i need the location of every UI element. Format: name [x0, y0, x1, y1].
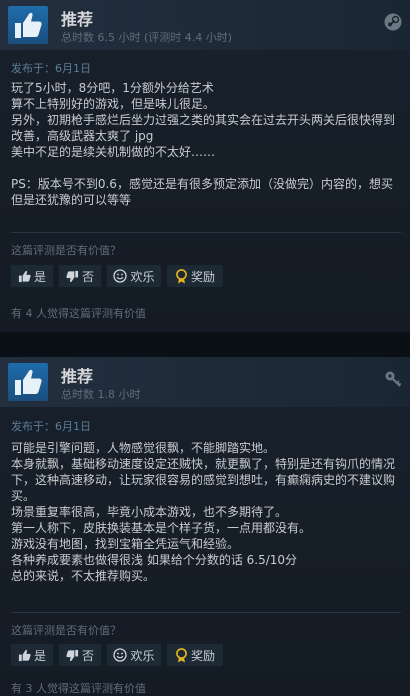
vote-funny-label: 欢乐 [130, 269, 155, 284]
vote-yes-label: 是 [33, 269, 46, 284]
award-icon [176, 268, 187, 283]
vote-funny-button[interactable]: 欢乐 [107, 644, 161, 666]
playtime-text: 总时数 6.5 小时 (评测时 4.4 小时) [61, 31, 233, 44]
posted-date: 发布于：6月1日 [11, 62, 91, 75]
helpful-question: 这篇评测是否有价值？ [11, 244, 121, 257]
recommendation-label: 推荐 [61, 10, 94, 29]
review-header: 推荐 总时数 6.5 小时 (评测时 4.4 小时) [0, 0, 410, 50]
key-icon [384, 370, 402, 392]
review-card: 推荐 总时数 1.8 小时 发布于：6月1日 可能是引擎问题，人物感觉很飘，不能… [0, 357, 410, 696]
vote-yes-button[interactable]: 是 [11, 644, 53, 666]
divider [11, 612, 401, 613]
smiley-icon [113, 648, 128, 662]
thumbs-down-icon [66, 649, 79, 661]
vote-yes-button[interactable]: 是 [11, 265, 53, 287]
vote-funny-label: 欢乐 [130, 648, 155, 663]
thumbs-up-icon [8, 6, 48, 44]
vote-no-label: 否 [81, 648, 94, 663]
review-header: 推荐 总时数 1.8 小时 [0, 357, 410, 407]
steam-icon [384, 13, 402, 35]
award-icon [176, 647, 187, 662]
posted-date: 发布于：6月1日 [11, 420, 91, 433]
vote-no-button[interactable]: 否 [59, 644, 101, 666]
thumbs-up-icon [18, 649, 31, 661]
award-label: 奖励 [190, 648, 215, 663]
vote-yes-label: 是 [33, 648, 46, 663]
review-body: 可能是引擎问题，人物感觉很飘，不能脚踏实地。 本身就飘，基础移动速度设定还贼快，… [11, 441, 396, 583]
vote-funny-button[interactable]: 欢乐 [107, 265, 161, 287]
award-button[interactable]: 奖励 [167, 644, 223, 666]
award-label: 奖励 [190, 269, 215, 284]
thumbs-up-icon [18, 270, 31, 282]
helpful-count: 有 3 人觉得这篇评测有价值 [11, 682, 146, 695]
smiley-icon [113, 269, 128, 283]
award-button[interactable]: 奖励 [167, 265, 223, 287]
helpful-count: 有 4 人觉得这篇评测有价值 [11, 307, 146, 320]
playtime-text: 总时数 1.8 小时 [61, 388, 141, 401]
vote-no-label: 否 [81, 269, 94, 284]
recommendation-label: 推荐 [61, 367, 94, 386]
review-body: 玩了5小时，8分吧，1分额外分给艺术 算不上特别好的游戏，但是味儿很足。 另外，… [11, 81, 396, 207]
divider [11, 232, 401, 233]
thumbs-down-icon [66, 270, 79, 282]
review-card: 推荐 总时数 6.5 小时 (评测时 4.4 小时) 发布于：6月1日 玩了5小… [0, 0, 410, 332]
thumbs-up-icon [8, 363, 48, 401]
vote-no-button[interactable]: 否 [59, 265, 101, 287]
helpful-question: 这篇评测是否有价值？ [11, 624, 121, 637]
review-separator [0, 332, 410, 357]
